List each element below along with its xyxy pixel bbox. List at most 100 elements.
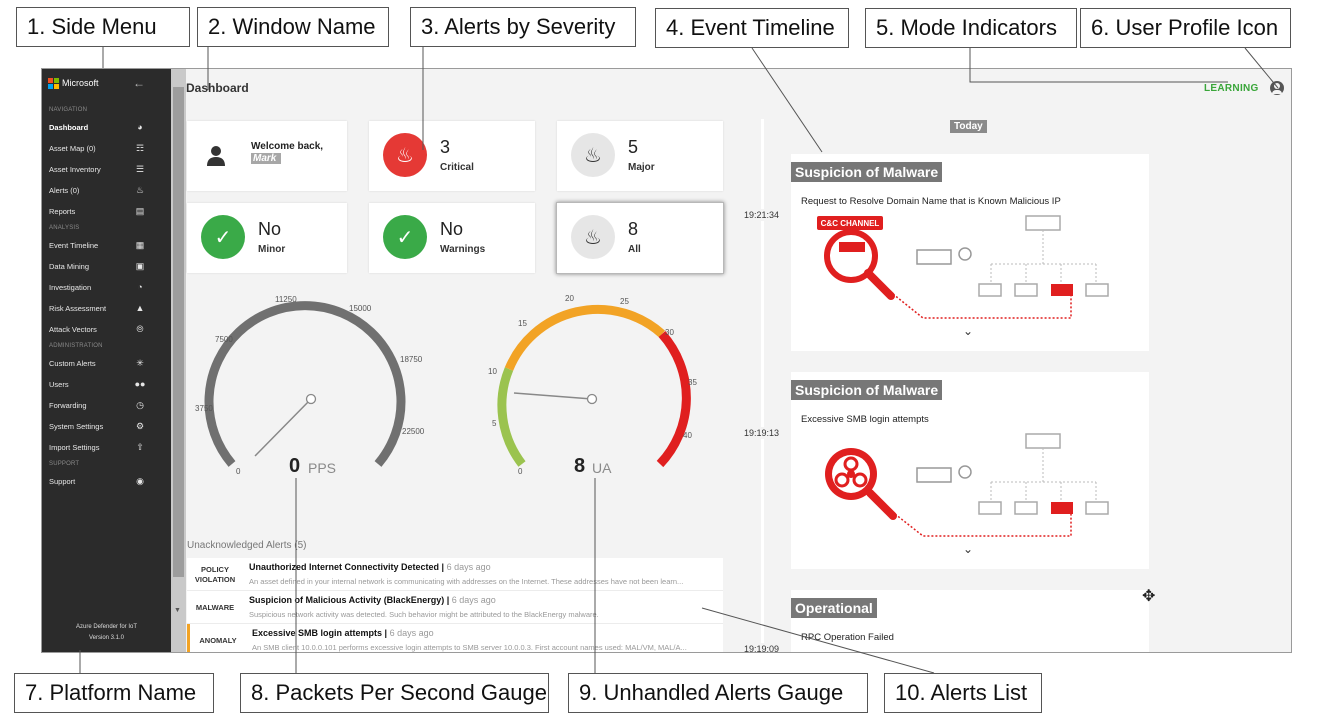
alert-name: Suspicion of Malicious Activity (BlackEn… [249, 595, 445, 605]
severity-card-warnings[interactable]: ✓ No Warnings [369, 203, 535, 273]
alarm-clock-icon: ◷ [136, 400, 144, 410]
ua-tick-label: 30 [665, 328, 674, 337]
ua-gauge-arc-red [656, 331, 691, 468]
sidebar-item-label: Reports [49, 207, 76, 216]
move-cursor-icon: ✥ [1142, 588, 1156, 605]
scrollbar[interactable]: ▼ [171, 69, 186, 652]
callout-unhandled-alerts-gauge: 9. Unhandled Alerts Gauge [568, 673, 868, 713]
pps-value: 0 [289, 455, 301, 477]
pps-gauge-hub [305, 393, 317, 405]
sidebar-item-users[interactable]: Users ●● [42, 374, 171, 395]
sidebar-item-label: Forwarding [49, 401, 87, 410]
alert-age: 6 days ago [446, 562, 491, 572]
sidebar-item-asset-map[interactable]: Asset Map (0) ☶ [42, 138, 171, 159]
page-title: Dashboard [186, 81, 249, 95]
severity-label: Critical [440, 162, 474, 173]
platform-version: Version 3.1.0 [88, 635, 125, 641]
event-time: 19:19:09 [742, 643, 782, 653]
severity-card-minor[interactable]: ✓ No Minor [187, 203, 347, 273]
chevron-down-icon[interactable]: ⌄ [963, 542, 973, 556]
sidebar-item-label: Event Timeline [49, 241, 99, 250]
sidebar-item-custom-alerts[interactable]: Custom Alerts ✳ [42, 353, 171, 374]
sidebar-item-dashboard[interactable]: Dashboard ◕ [42, 117, 171, 138]
severity-label: Warnings [440, 244, 486, 255]
microsoft-logo-icon [48, 77, 59, 89]
biohazard-magnifier-icon [825, 433, 1109, 537]
timeline-event-card[interactable]: Suspicion of Malware Excessive SMB login… [791, 372, 1149, 569]
welcome-card: Welcome back, Mark [187, 121, 347, 191]
sidebar-item-system-settings[interactable]: System Settings ⚙ [42, 416, 171, 437]
sidebar-item-event-timeline[interactable]: Event Timeline ▦ [42, 235, 171, 256]
alert-name: Excessive SMB login attempts [252, 628, 383, 638]
user-circle-icon[interactable] [1270, 81, 1284, 95]
sidebar-item-support[interactable]: Support ◉ [42, 471, 171, 492]
sidebar-item-risk-assessment[interactable]: Risk Assessment ▲ [42, 298, 171, 319]
sidebar-item-investigation[interactable]: Investigation ◔ [42, 277, 171, 298]
sidebar-item-label: Users [49, 380, 69, 389]
sidebar-item-reports[interactable]: Reports ▤ [42, 201, 171, 222]
scroll-thumb[interactable] [173, 87, 184, 577]
severity-card-critical[interactable]: ♨ 3 Critical [369, 121, 535, 191]
ua-tick-label: 35 [688, 378, 697, 387]
check-icon: ✓ [383, 215, 427, 259]
sidebar-item-alerts[interactable]: Alerts (0) ♨ [42, 180, 171, 201]
severity-count: 3 [440, 137, 451, 157]
arrow-left-icon[interactable]: ← [133, 76, 145, 90]
event-badge: C&C CHANNEL [821, 219, 880, 228]
alert-age: 6 days ago [451, 595, 496, 605]
timeline-event-card[interactable]: Suspicion of Malware Request to Resolve … [791, 154, 1149, 351]
platform-product: Azure Defender for IoT [75, 624, 138, 630]
sidebar-item-attack-vectors[interactable]: Attack Vectors ⦾ [42, 319, 171, 340]
users-icon: ●● [134, 379, 146, 389]
severity-count: 5 [628, 137, 639, 157]
sidebar-item-label: Data Mining [49, 262, 90, 271]
user-icon [207, 146, 225, 166]
sidebar-item-data-mining[interactable]: Data Mining ▣ [42, 256, 171, 277]
alert-type: ANOMALY [199, 635, 237, 645]
chevron-down-icon[interactable]: ⌄ [963, 324, 973, 338]
ua-tick-label: 10 [488, 367, 497, 376]
pps-tick-label: 15000 [349, 304, 372, 313]
alert-title: Excessive SMB login attempts | 6 days ag… [252, 628, 434, 638]
sidebar-item-import-settings[interactable]: Import Settings ⇧ [42, 437, 171, 458]
terminal-icon: ▣ [135, 261, 145, 271]
alert-row[interactable]: POLICY VIOLATION Unauthorized Internet C… [187, 558, 723, 591]
severity-label: All [628, 244, 641, 255]
callout-alerts-list: 10. Alerts List [884, 673, 1042, 713]
callout-pps-gauge: 8. Packets Per Second Gauge [240, 673, 549, 713]
bell-icon: ♨ [571, 133, 615, 177]
pps-tick-label: 7500 [215, 335, 233, 344]
alert-description: Suspicious network activity was detected… [249, 610, 599, 619]
upload-icon: ⇧ [136, 442, 144, 452]
sidebar-item-label: Dashboard [49, 123, 89, 132]
speedometer-icon: ◕ [137, 122, 143, 132]
sidebar-item-label: Risk Assessment [49, 304, 107, 313]
event-title: Operational [791, 598, 877, 618]
severity-card-all[interactable]: ♨ 8 All [556, 202, 724, 274]
pps-gauge-arc [204, 301, 406, 467]
timeline-event-card[interactable]: Operational RPC Operation Failed [791, 590, 1149, 652]
pps-gauge-needle [254, 398, 312, 457]
event-description: Request to Resolve Domain Name that is K… [801, 196, 1061, 207]
sidebar-item-forwarding[interactable]: Forwarding ◷ [42, 395, 171, 416]
severity-card-major[interactable]: ♨ 5 Major [557, 121, 723, 191]
help-circle-icon: ◉ [136, 476, 144, 486]
sidebar-item-label: Import Settings [49, 443, 100, 452]
alert-description: An SMB client 10.0.0.101 performs excess… [252, 643, 687, 652]
severity-count: No [258, 219, 282, 239]
section-analysis: ANALYSIS [49, 225, 80, 231]
scroll-down-arrow-icon[interactable]: ▼ [174, 607, 181, 614]
compass-icon: ⦾ [136, 324, 144, 334]
alert-name: Unauthorized Internet Connectivity Detec… [249, 562, 440, 572]
event-title: Suspicion of Malware [791, 380, 943, 400]
list-icon: ☰ [135, 164, 145, 174]
alert-type: POLICY VIOLATION [194, 564, 236, 584]
sidebar-item-asset-inventory[interactable]: Asset Inventory ☰ [42, 159, 171, 180]
severity-label: Major [628, 162, 655, 173]
dashboard-window: Microsoft ← NAVIGATION Dashboard ◕ Asset … [41, 68, 1292, 653]
ua-tick-label: 25 [620, 297, 629, 306]
section-administration: ADMINISTRATION [49, 343, 103, 349]
alert-row[interactable]: MALWARE Suspicion of Malicious Activity … [187, 591, 723, 624]
alerts-list-title: Unacknowledged Alerts (5) [187, 540, 307, 551]
alert-row[interactable]: ANOMALY Excessive SMB login attempts | 6… [187, 624, 723, 652]
